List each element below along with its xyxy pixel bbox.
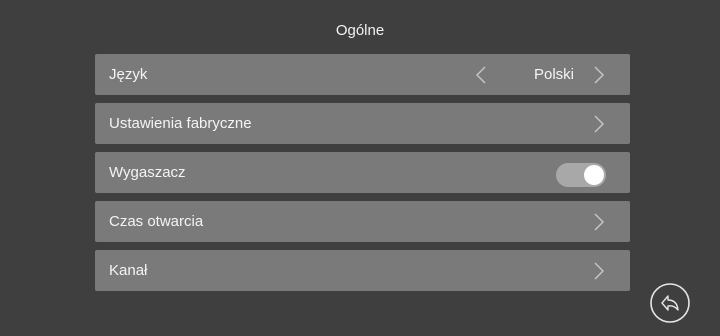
- menu-item-label: Wygaszacz: [109, 164, 186, 181]
- toggle-knob: [584, 165, 604, 185]
- chevron-left-icon[interactable]: [472, 65, 492, 85]
- menu-item-label: Język: [109, 66, 148, 83]
- screensaver-toggle[interactable]: [556, 163, 606, 187]
- menu-item-label: Czas otwarcia: [109, 213, 204, 230]
- chevron-right-icon: [588, 261, 608, 281]
- menu-item-channel[interactable]: Kanał: [95, 250, 630, 291]
- chevron-right-icon[interactable]: [588, 65, 608, 85]
- settings-menu: Język Polski Ustawienia fabryczne Wygasz…: [95, 54, 630, 299]
- menu-item-factory-settings[interactable]: Ustawienia fabryczne: [95, 103, 630, 144]
- chevron-right-icon: [588, 114, 608, 134]
- menu-item-open-time[interactable]: Czas otwarcia: [95, 201, 630, 242]
- back-arrow-icon: [650, 283, 690, 323]
- back-button[interactable]: [649, 282, 691, 324]
- menu-item-language[interactable]: Język Polski: [95, 54, 630, 95]
- menu-item-label: Kanał: [109, 262, 148, 279]
- menu-item-label: Ustawienia fabryczne: [109, 115, 252, 132]
- page-title: Ogólne: [335, 22, 385, 39]
- menu-item-screensaver[interactable]: Wygaszacz: [95, 152, 630, 193]
- language-value: Polski: [533, 66, 574, 83]
- chevron-right-icon: [588, 212, 608, 232]
